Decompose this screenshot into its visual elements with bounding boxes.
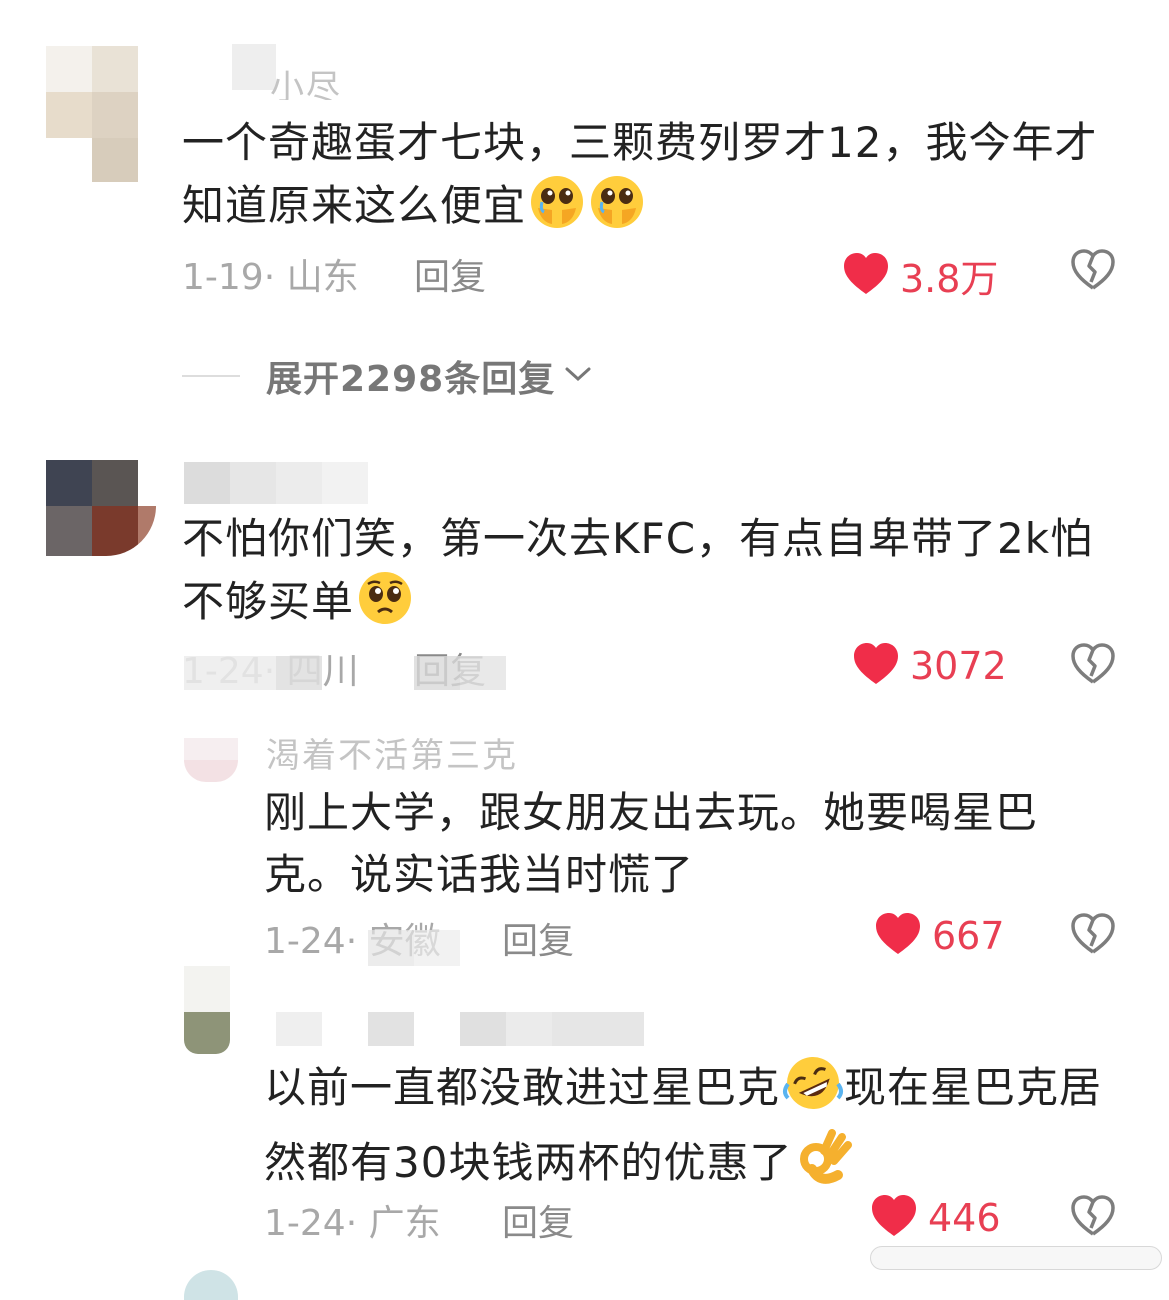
like-button[interactable]: 3.8万: [842, 248, 998, 303]
comment-date: 1-19: [182, 257, 264, 298]
heart-icon: [842, 252, 890, 300]
broken-heart-icon[interactable]: [1070, 1194, 1116, 1242]
username-redacted[interactable]: [276, 1012, 646, 1046]
username-redacted[interactable]: [184, 462, 374, 504]
username[interactable]: 渴着不活第三克: [266, 728, 556, 772]
broken-heart-icon[interactable]: [1070, 642, 1116, 690]
expand-replies-label: 展开2298条回复: [266, 359, 556, 400]
reply-button[interactable]: 回复: [502, 912, 574, 964]
like-button[interactable]: 3072: [852, 642, 1007, 690]
avatar[interactable]: [184, 966, 230, 1054]
meta-separator: ·: [345, 921, 369, 962]
next-item-avatar: [184, 1270, 238, 1300]
reply-button[interactable]: 回复: [414, 248, 486, 300]
reply-meta: 1-24· 广东: [264, 1194, 441, 1246]
pleading-face-emoji: [356, 570, 414, 643]
like-count: 3072: [910, 644, 1007, 688]
like-button[interactable]: 667: [874, 912, 1005, 960]
divider-line: [182, 375, 240, 377]
reply-location: 广东: [368, 1203, 441, 1244]
avatar[interactable]: [46, 460, 156, 556]
username[interactable]: 小尽: [270, 60, 350, 100]
reply-date: 1-24: [264, 921, 346, 962]
heart-icon: [852, 642, 900, 690]
like-count: 3.8万: [900, 257, 999, 301]
reply-text: 以前一直都没敢进过星巴克 现在星巴克居然都有30块钱两杯的优惠了: [264, 1054, 1124, 1204]
comment-text: 一个奇趣蛋才七块，三颗费列罗才12，我今年才知道原来这么便宜: [182, 112, 1122, 247]
comment-location: 山东: [286, 257, 359, 298]
teary-face-hands-emoji: [528, 174, 586, 247]
comment-text: 不怕你们笑，第一次去KFC，有点自卑带了2k怕不够买单: [182, 508, 1122, 643]
watermark: [870, 1246, 1162, 1270]
reply-button[interactable]: 回复: [502, 1194, 574, 1246]
like-button[interactable]: 446: [870, 1194, 1001, 1242]
ok-hand-emoji: [794, 1129, 853, 1204]
comment-text-body: 不怕你们笑，第一次去KFC，有点自卑带了2k怕不够买单: [182, 514, 1094, 626]
avatar[interactable]: [46, 46, 138, 182]
broken-heart-icon[interactable]: [1070, 248, 1116, 296]
like-count: 667: [932, 914, 1005, 958]
like-count: 446: [928, 1196, 1001, 1240]
teary-face-hands-emoji: [588, 174, 646, 247]
reply-text: 刚上大学，跟女朋友出去玩。她要喝星巴克。说实话我当时慌了: [264, 788, 1039, 899]
chevron-down-icon: [563, 364, 593, 388]
heart-icon: [870, 1194, 918, 1242]
comment-meta: 1-19· 山东: [182, 248, 359, 300]
reply-date: 1-24: [264, 1203, 346, 1244]
expand-replies-button[interactable]: 展开2298条回复: [182, 350, 593, 402]
broken-heart-icon[interactable]: [1070, 912, 1116, 960]
heart-icon: [874, 912, 922, 960]
rolling-laughing-emoji: [782, 1054, 844, 1129]
meta-separator: ·: [345, 1203, 369, 1244]
reply-text-part1: 以前一直都没敢进过星巴克: [264, 1063, 781, 1112]
avatar[interactable]: [184, 738, 238, 782]
meta-separator: ·: [263, 257, 287, 298]
